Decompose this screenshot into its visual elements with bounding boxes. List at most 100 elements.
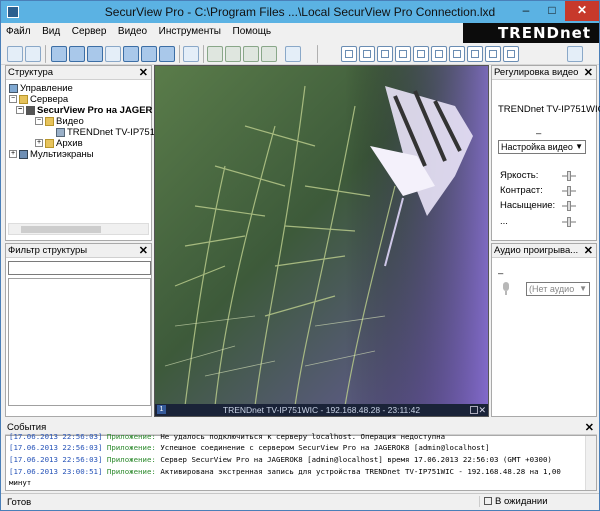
video-viewport[interactable]: 1 TRENDnet TV-IP751WIC - 192.168.48.28 -…: [154, 65, 489, 417]
video-adjust-panel: Регулировка видео ✕ TRENDnet TV-IP751WIC…: [491, 65, 600, 241]
collapse-icon[interactable]: −: [9, 95, 17, 104]
tree-item-label: Видео: [56, 116, 84, 127]
more-sliders-label: ...: [500, 216, 508, 227]
filter-panel-header: Фильтр структуры ✕: [6, 244, 151, 258]
filter-panel-close-icon[interactable]: ✕: [139, 244, 148, 257]
snapshot-icon[interactable]: [243, 46, 259, 62]
open-icon[interactable]: [7, 46, 23, 62]
ptz-toggle-icon[interactable]: [159, 46, 175, 62]
events-log[interactable]: [17.06.2013 22:56:03] Приложение: Не уда…: [5, 432, 597, 491]
video-folder-icon: [45, 116, 54, 126]
tree-item-management[interactable]: Управление: [9, 83, 73, 94]
video-adjust-title: Регулировка видео: [494, 67, 579, 78]
properties-icon[interactable]: [105, 46, 121, 62]
events-close-icon[interactable]: ✕: [585, 421, 594, 434]
menu-server[interactable]: Сервер: [67, 23, 111, 37]
collapse-icon[interactable]: −: [16, 106, 24, 115]
expand-icon[interactable]: +: [9, 150, 17, 159]
toolbar: [1, 43, 599, 65]
tree-item-video[interactable]: − Видео: [35, 116, 84, 127]
close-button[interactable]: ✕: [565, 1, 599, 21]
menu-help[interactable]: Помощь: [228, 23, 276, 37]
save-icon[interactable]: [25, 46, 41, 62]
layout-1plus12-icon[interactable]: [467, 46, 483, 62]
layout-1plus5-icon[interactable]: [431, 46, 447, 62]
events-vertical-scrollbar[interactable]: [585, 436, 596, 490]
toolbar-separator: [179, 45, 180, 63]
menu-file[interactable]: Файл: [1, 23, 35, 37]
contrast-label: Контраст:: [500, 185, 543, 196]
hue-slider[interactable]: [562, 216, 576, 228]
event-line: [17.06.2013 22:56:03] Приложение: Успешн…: [9, 443, 490, 452]
record-start-icon[interactable]: [207, 46, 223, 62]
tree-item-archive[interactable]: + Архив: [35, 138, 83, 149]
tree-item-label: Сервера: [30, 94, 69, 105]
structure-panel-title: Структура: [8, 67, 54, 78]
contrast-slider[interactable]: [562, 185, 576, 197]
adjust-camera-name: TRENDnet TV-IP751WIC: [498, 104, 600, 115]
minimize-button[interactable]: –: [513, 1, 539, 21]
layout-2plus8-icon[interactable]: [485, 46, 501, 62]
tree-item-label: SecurView Pro на JAGER: [37, 105, 153, 116]
audio-close-icon[interactable]: ✕: [584, 244, 593, 257]
servers-icon: [19, 94, 28, 104]
layout-dropdown-icon[interactable]: [567, 46, 583, 62]
filter-panel-title: Фильтр структуры: [8, 245, 88, 256]
layout-1x1-icon[interactable]: [341, 46, 357, 62]
menu-view[interactable]: Вид: [37, 23, 64, 37]
print-dropdown-icon[interactable]: [285, 46, 301, 62]
layout-5x5-icon[interactable]: [413, 46, 429, 62]
layout-1plus7-icon[interactable]: [449, 46, 465, 62]
structure-panel-close-icon[interactable]: ✕: [139, 66, 148, 79]
layout-custom-icon[interactable]: [503, 46, 519, 62]
tree-item-label: Архив: [56, 138, 83, 149]
filter-panel-toggle-icon[interactable]: [69, 46, 85, 62]
menu-tools[interactable]: Инструменты: [154, 23, 225, 37]
structure-panel: Структура ✕ Управление − Сервера − SecurVi…: [5, 65, 164, 241]
trendnet-logo: TRENDnet: [463, 23, 599, 43]
brightness-slider[interactable]: [562, 170, 576, 182]
events-panel-toggle-icon[interactable]: [87, 46, 103, 62]
filter-results-list[interactable]: [8, 278, 151, 406]
layout-2x2-icon[interactable]: [359, 46, 375, 62]
tree-item-label: TRENDnet TV-IP751W: [67, 127, 164, 138]
record-event-icon[interactable]: [225, 46, 241, 62]
connection-status-label: В ожидании: [495, 496, 548, 507]
menu-video[interactable]: Видео: [113, 23, 151, 37]
audio-source-value: (Нет аудио: [529, 284, 575, 294]
scrollbar-thumb[interactable]: [21, 226, 101, 233]
video-adjust-close-icon[interactable]: ✕: [584, 66, 593, 79]
emergency-record-icon[interactable]: [261, 46, 277, 62]
structure-panel-header: Структура ✕: [6, 66, 151, 80]
archive-icon: [45, 138, 54, 148]
chevron-down-icon: ▼: [575, 142, 583, 151]
structure-horizontal-scrollbar[interactable]: [8, 223, 149, 235]
tree-item-label: Мультиэкраны: [30, 149, 94, 160]
maximize-button[interactable]: □: [539, 1, 565, 21]
video-close-icon[interactable]: ✕: [478, 404, 486, 416]
layout-4x4-icon[interactable]: [395, 46, 411, 62]
video-settings-select[interactable]: Настройка видео ▼: [498, 140, 586, 154]
chevron-down-icon: ▼: [579, 284, 587, 293]
multiscreen-icon: [19, 149, 28, 159]
audio-source-select[interactable]: (Нет аудио ▼: [526, 282, 590, 296]
tree-item-server-jager[interactable]: − SecurView Pro на JAGER: [16, 105, 152, 116]
record-indicator-icon[interactable]: [470, 406, 478, 414]
collapse-icon[interactable]: −: [35, 117, 43, 126]
structure-panel-toggle-icon[interactable]: [51, 46, 67, 62]
tree-item-camera[interactable]: TRENDnet TV-IP751W: [56, 127, 164, 138]
video-adjust-toggle-icon[interactable]: [123, 46, 139, 62]
microphone-icon[interactable]: [500, 282, 512, 296]
camera-feed-image: [155, 66, 488, 406]
fullscreen-icon[interactable]: [183, 46, 199, 62]
video-caption-bar: 1 TRENDnet TV-IP751WIC - 192.168.48.28 -…: [155, 404, 488, 416]
audio-dash: –: [498, 268, 504, 279]
filter-input[interactable]: [8, 261, 151, 275]
tree-item-multiscreens[interactable]: + Мультиэкраны: [9, 149, 94, 160]
filter-panel: Фильтр структуры ✕: [5, 243, 152, 417]
layout-3x3-icon[interactable]: [377, 46, 393, 62]
expand-icon[interactable]: +: [35, 139, 43, 148]
tree-item-servers[interactable]: − Сервера: [9, 94, 68, 105]
saturation-slider[interactable]: [562, 200, 576, 212]
audio-toggle-icon[interactable]: [141, 46, 157, 62]
